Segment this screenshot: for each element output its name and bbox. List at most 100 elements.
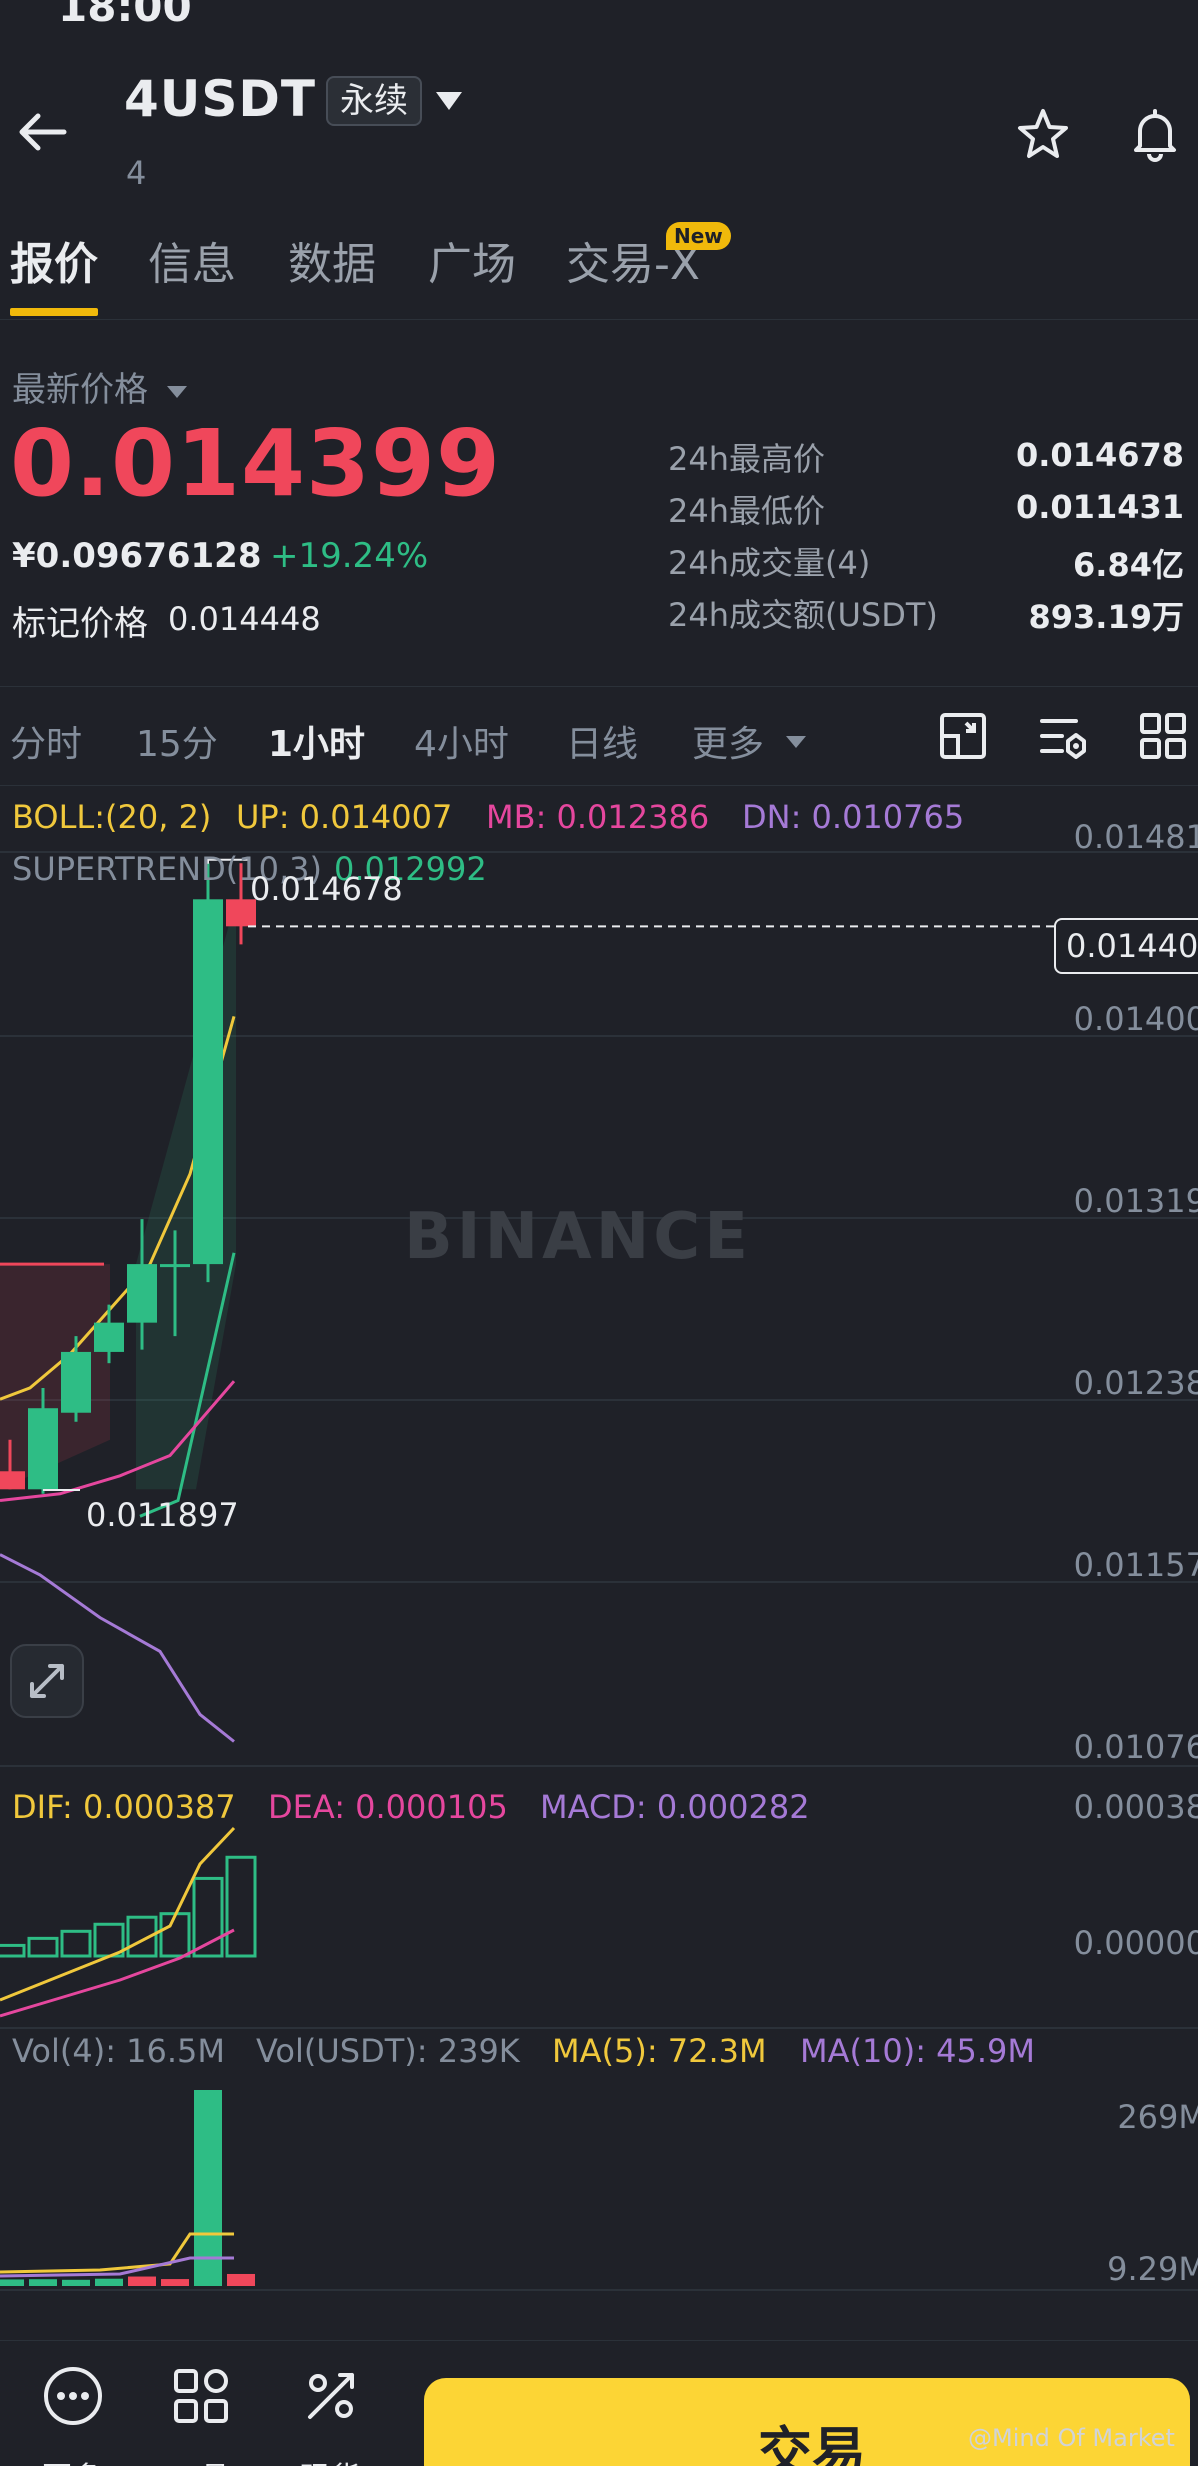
high-price-marker: 0.014678 <box>250 870 403 908</box>
price-axis-tick: 0.01400 <box>1073 1000 1198 1038</box>
price-axis-tick: 0.01238 <box>1073 1364 1198 1402</box>
last-price-label[interactable]: 最新价格 <box>12 362 189 411</box>
expand-arrows-icon <box>30 1664 64 1698</box>
interval-daily[interactable]: 日线 <box>566 715 638 767</box>
macd-histogram-bar <box>60 1929 92 1958</box>
indicator-settings-icon[interactable] <box>1038 711 1088 761</box>
volume-bar <box>194 2090 222 2286</box>
candle-body <box>61 1351 91 1413</box>
status-time: 18:00 <box>58 0 192 31</box>
contract-type-badge: 永续 <box>326 76 422 126</box>
notification-bell-icon[interactable] <box>1126 106 1184 164</box>
candle-body <box>160 1264 190 1268</box>
active-tab-indicator <box>10 308 98 316</box>
low-price-marker: 0.011897 <box>86 1496 239 1534</box>
supertrend-line-up <box>139 1252 236 1518</box>
fiat-price: ¥0.09676128 <box>12 536 262 576</box>
symbol-subtitle: 4 <box>126 154 147 192</box>
candle-body <box>0 1471 25 1490</box>
volume-ma5-line <box>0 2232 234 2274</box>
macd-dif-legend: DIF: 0.000387 <box>12 1788 236 1826</box>
mark-price-label: 标记价格 <box>12 604 148 644</box>
status-bar: 18:00 <box>0 0 1198 31</box>
supertrend-zone-down <box>0 1264 110 1490</box>
candle-body <box>94 1322 124 1352</box>
source-credit: @Mind Of Market <box>968 2424 1175 2452</box>
macd-dea-legend: DEA: 0.000105 <box>268 1788 508 1826</box>
volume-axis-tick: 9.29M <box>1107 2250 1198 2288</box>
macd-value-legend: MACD: 0.000282 <box>540 1788 810 1826</box>
macd-histogram-bar <box>225 1855 257 1958</box>
stat-label-turnover: 24h成交额(USDT) <box>668 596 938 634</box>
supertrend-zone-up <box>136 899 236 1490</box>
volume-bar <box>95 2278 123 2286</box>
tab-data[interactable]: 数据 <box>288 228 376 292</box>
volume-bar <box>62 2279 90 2286</box>
interval-more[interactable]: 更多 <box>692 715 764 767</box>
layout-grid-icon[interactable] <box>1138 711 1188 761</box>
volume-usdt-legend: Vol(USDT): 239K <box>256 2032 520 2070</box>
symbol-title[interactable]: 4USDT <box>124 70 316 128</box>
caret-down-icon <box>166 385 187 398</box>
macd-histogram-bar <box>159 1912 191 1958</box>
volume-bar <box>227 2273 255 2286</box>
volume-axis-tick: 269M <box>1117 2098 1198 2136</box>
favorite-star-icon[interactable] <box>1014 106 1072 164</box>
interval-4h[interactable]: 4小时 <box>414 715 509 767</box>
nav-label-tools: 工具 <box>170 2453 230 2466</box>
candle-body <box>193 899 223 1265</box>
boll-mb-legend: MB: 0.012386 <box>486 798 710 836</box>
interval-bar: 分时 15分 1小时 4小时 日线 更多 <box>0 686 1198 786</box>
price-axis-tick: 0.01157 <box>1073 1546 1198 1584</box>
stat-label-low: 24h最低价 <box>668 492 826 530</box>
stat-value-low: 0.011431 <box>1015 488 1184 526</box>
boll-upper-line <box>0 1015 236 1401</box>
macd-histogram-bar <box>192 1876 224 1958</box>
spot-icon[interactable] <box>300 2365 362 2427</box>
price-change-percent: +19.24% <box>270 536 429 576</box>
tab-info[interactable]: 信息 <box>148 228 236 292</box>
volume-ma10-legend: MA(10): 45.9M <box>800 2032 1035 2070</box>
chart-settings-icon[interactable] <box>938 711 988 761</box>
stat-label-volume: 24h成交量(4) <box>668 544 871 582</box>
candle-body <box>127 1264 157 1323</box>
mark-price-value: 0.014448 <box>168 600 321 638</box>
stat-value-turnover: 893.19万 <box>1028 598 1185 636</box>
interval-1h[interactable]: 1小时 <box>268 715 365 767</box>
current-price-tag: 0.01440 <box>1054 918 1198 974</box>
macd-dea-line <box>0 1928 235 2018</box>
boll-middle-line <box>0 1380 236 1503</box>
fullscreen-expand-button[interactable] <box>10 1644 84 1718</box>
macd-histogram-bar <box>126 1915 158 1958</box>
tools-icon[interactable] <box>170 2365 232 2427</box>
volume-bar <box>128 2276 156 2286</box>
more-icon[interactable] <box>42 2365 104 2427</box>
stat-label-high: 24h最高价 <box>668 440 826 478</box>
last-price: 0.014399 <box>10 410 502 517</box>
back-arrow-icon[interactable] <box>14 104 70 160</box>
macd-dif-line <box>0 1826 236 2002</box>
price-axis-tick: 0.01076 <box>1073 1728 1198 1766</box>
symbol-dropdown-icon[interactable] <box>434 88 464 116</box>
last-price-label-text: 最新价格 <box>12 370 148 410</box>
interval-time[interactable]: 分时 <box>10 715 82 767</box>
nav-label-more: 更多 <box>42 2453 102 2466</box>
price-axis-tick: 0.01481 <box>1073 818 1198 856</box>
section-tabs: 报价 信息 数据 广场 交易-X New <box>0 222 1198 320</box>
binance-watermark: BINANCE <box>404 1200 752 1274</box>
volume-bar <box>0 2279 24 2286</box>
tab-quote[interactable]: 报价 <box>10 228 98 292</box>
boll-up-legend: UP: 0.014007 <box>236 798 453 836</box>
macd-axis-tick: 0.00000 <box>1073 1924 1198 1962</box>
volume-ma10-line <box>0 2256 234 2278</box>
volume-bar <box>29 2279 57 2286</box>
new-badge: New <box>666 222 731 250</box>
boll-legend: BOLL:(20, 2) <box>12 798 212 836</box>
macd-histogram-bar <box>27 1936 59 1958</box>
tab-square[interactable]: 广场 <box>428 228 516 292</box>
macd-histogram-bar <box>0 1943 26 1958</box>
price-axis-tick: 0.01319 <box>1073 1182 1198 1220</box>
volume-ma5-legend: MA(5): 72.3M <box>552 2032 767 2070</box>
interval-15m[interactable]: 15分 <box>136 715 218 767</box>
stat-value-high: 0.014678 <box>1015 436 1184 474</box>
